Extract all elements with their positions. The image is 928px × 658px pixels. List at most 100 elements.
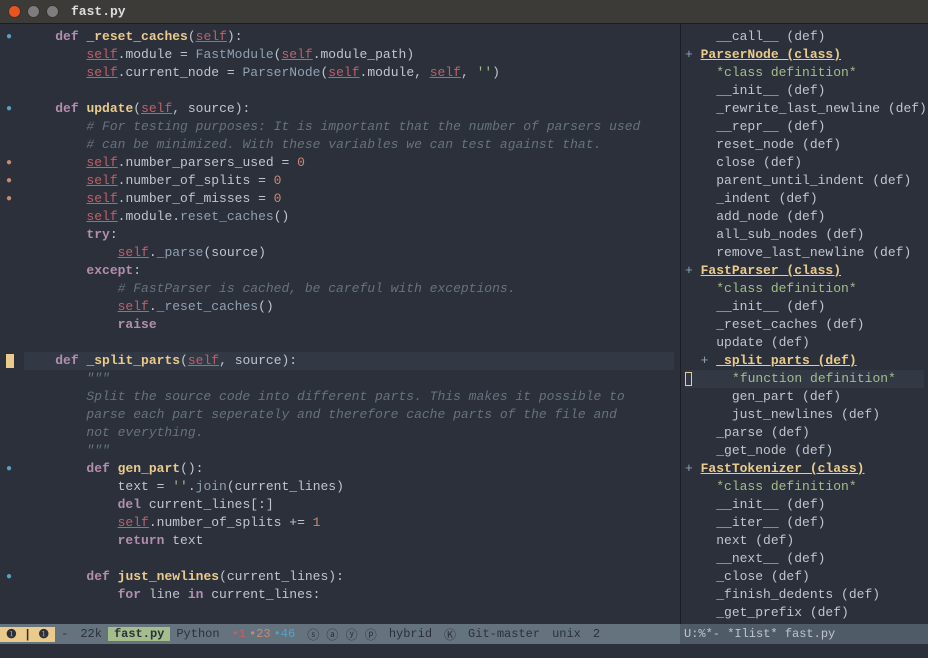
outline-item[interactable]: __init__ (def) [685,496,924,514]
outline-item[interactable]: __next__ (def) [685,550,924,568]
close-icon[interactable] [8,5,21,18]
code-line[interactable]: def update(self, source): [24,100,674,118]
code-line[interactable]: def _reset_caches(self): [24,28,674,46]
code-line[interactable]: Split the source code into different par… [24,388,674,406]
outline-item[interactable]: *class definition* [685,478,924,496]
code-line[interactable]: self.number_of_splits += 1 [24,514,674,532]
maximize-icon[interactable] [46,5,59,18]
code-line[interactable]: del current_lines[:] [24,496,674,514]
outline-item[interactable]: *class definition* [685,64,924,82]
gutter-mark [0,316,18,334]
code-editor[interactable]: def _reset_caches(self): self.module = F… [18,24,680,624]
gutter-mark: ● [0,568,18,586]
code-line[interactable]: def just_newlines(current_lines): [24,568,674,586]
status-enc: unix [546,627,587,641]
status-mode[interactable]: Python [170,627,225,641]
gutter-mark [0,496,18,514]
outline-item[interactable]: parent_until_indent (def) [685,172,924,190]
code-line[interactable]: """ [24,370,674,388]
outline-sidebar[interactable]: __call__ (def)+ ParserNode (class) *clas… [680,24,928,624]
outline-item[interactable]: __call__ (def) [685,28,924,46]
outline-item[interactable]: reset_node (def) [685,136,924,154]
code-line[interactable] [24,82,674,100]
outline-item[interactable]: _get_prefix (def) [685,604,924,622]
code-line[interactable]: self.current_node = ParserNode(self.modu… [24,64,674,82]
outline-item[interactable]: gen_part (def) [685,388,924,406]
status-dash: - [55,627,74,641]
outline-item[interactable]: _get_node (def) [685,442,924,460]
outline-item[interactable]: __iter__ (def) [685,514,924,532]
status-warn[interactable]: ❶ | ❶ [0,627,55,642]
outline-item[interactable]: _reset_caches (def) [685,316,924,334]
outline-item[interactable]: remove_last_newline (def) [685,244,924,262]
code-line[interactable]: def _split_parts(self, source): [24,352,674,370]
outline-item[interactable]: + FastTokenizer (class) [685,460,924,478]
outline-item[interactable]: add_node (def) [685,208,924,226]
code-line[interactable]: self._reset_caches() [24,298,674,316]
status-file[interactable]: fast.py [108,627,170,641]
code-line[interactable]: self.number_of_misses = 0 [24,190,674,208]
status-err-red: •1 [232,627,246,641]
code-line[interactable]: text = ''.join(current_lines) [24,478,674,496]
outline-item[interactable]: __init__ (def) [685,82,924,100]
outline-item[interactable]: __init__ (def) [685,298,924,316]
gutter-mark [0,64,18,82]
titlebar: fast.py [0,0,928,24]
status-pos: 2 [587,627,606,641]
code-line[interactable]: self.number_parsers_used = 0 [24,154,674,172]
gutter-mark [0,532,18,550]
gutter-mark: ● [0,100,18,118]
gutter-mark [0,46,18,64]
outline-item[interactable]: *function definition* [685,370,924,388]
outline-item[interactable]: _indent (def) [685,190,924,208]
status-git[interactable]: Git-master [462,627,546,641]
gutter-mark [0,406,18,424]
code-line[interactable]: self.number_of_splits = 0 [24,172,674,190]
code-line[interactable]: self._parse(source) [24,244,674,262]
minibuffer[interactable] [0,644,928,658]
outline-item[interactable]: + _split_parts (def) [685,352,924,370]
gutter-mark [0,118,18,136]
outline-item[interactable]: close (def) [685,154,924,172]
code-line[interactable] [24,550,674,568]
code-line[interactable]: self.module.reset_caches() [24,208,674,226]
code-line[interactable]: for line in current_lines: [24,586,674,604]
gutter-mark [0,244,18,262]
editor-column: ●●●●●●● def _reset_caches(self): self.mo… [0,24,680,624]
status-err-orange: •23 [249,627,271,641]
outline-item[interactable]: just_newlines (def) [685,406,924,424]
code-line[interactable]: except: [24,262,674,280]
minimize-icon[interactable] [27,5,40,18]
outline-item[interactable]: _parse (def) [685,424,924,442]
outline-item[interactable]: _rewrite_last_newline (def) [685,100,924,118]
outline-item[interactable]: _close (def) [685,568,924,586]
code-line[interactable]: parse each part seperately and therefore… [24,406,674,424]
outline-item[interactable]: _finish_dedents (def) [685,586,924,604]
outline-item[interactable]: __repr__ (def) [685,118,924,136]
code-line[interactable]: raise [24,316,674,334]
code-line[interactable] [24,334,674,352]
code-line[interactable]: try: [24,226,674,244]
code-line[interactable]: # FastParser is cached, be careful with … [24,280,674,298]
code-line[interactable]: return text [24,532,674,550]
outline-item[interactable]: update (def) [685,334,924,352]
outline-item[interactable]: + FastParser (class) [685,262,924,280]
outline-item[interactable]: all_sub_nodes (def) [685,226,924,244]
outline-item[interactable]: + ParserNode (class) [685,46,924,64]
status-hybrid: hybrid [383,627,438,641]
status-k: Ⓚ [438,626,462,643]
outline-item[interactable]: next (def) [685,532,924,550]
gutter-mark [0,370,18,388]
code-line[interactable]: # can be minimized. With these variables… [24,136,674,154]
statusbar: ❶ | ❶ - 22k fast.py Python •1 •23 •46 ⓢ … [0,624,928,644]
code-line[interactable]: not everything. [24,424,674,442]
gutter-mark [0,586,18,604]
code-line[interactable]: self.module = FastModule(self.module_pat… [24,46,674,64]
code-line[interactable]: def gen_part(): [24,460,674,478]
code-line[interactable]: # For testing purposes: It is important … [24,118,674,136]
window-controls [8,5,59,18]
outline-item[interactable]: *class definition* [685,280,924,298]
gutter-mark [0,136,18,154]
code-line[interactable]: """ [24,442,674,460]
status-size: 22k [74,627,108,641]
